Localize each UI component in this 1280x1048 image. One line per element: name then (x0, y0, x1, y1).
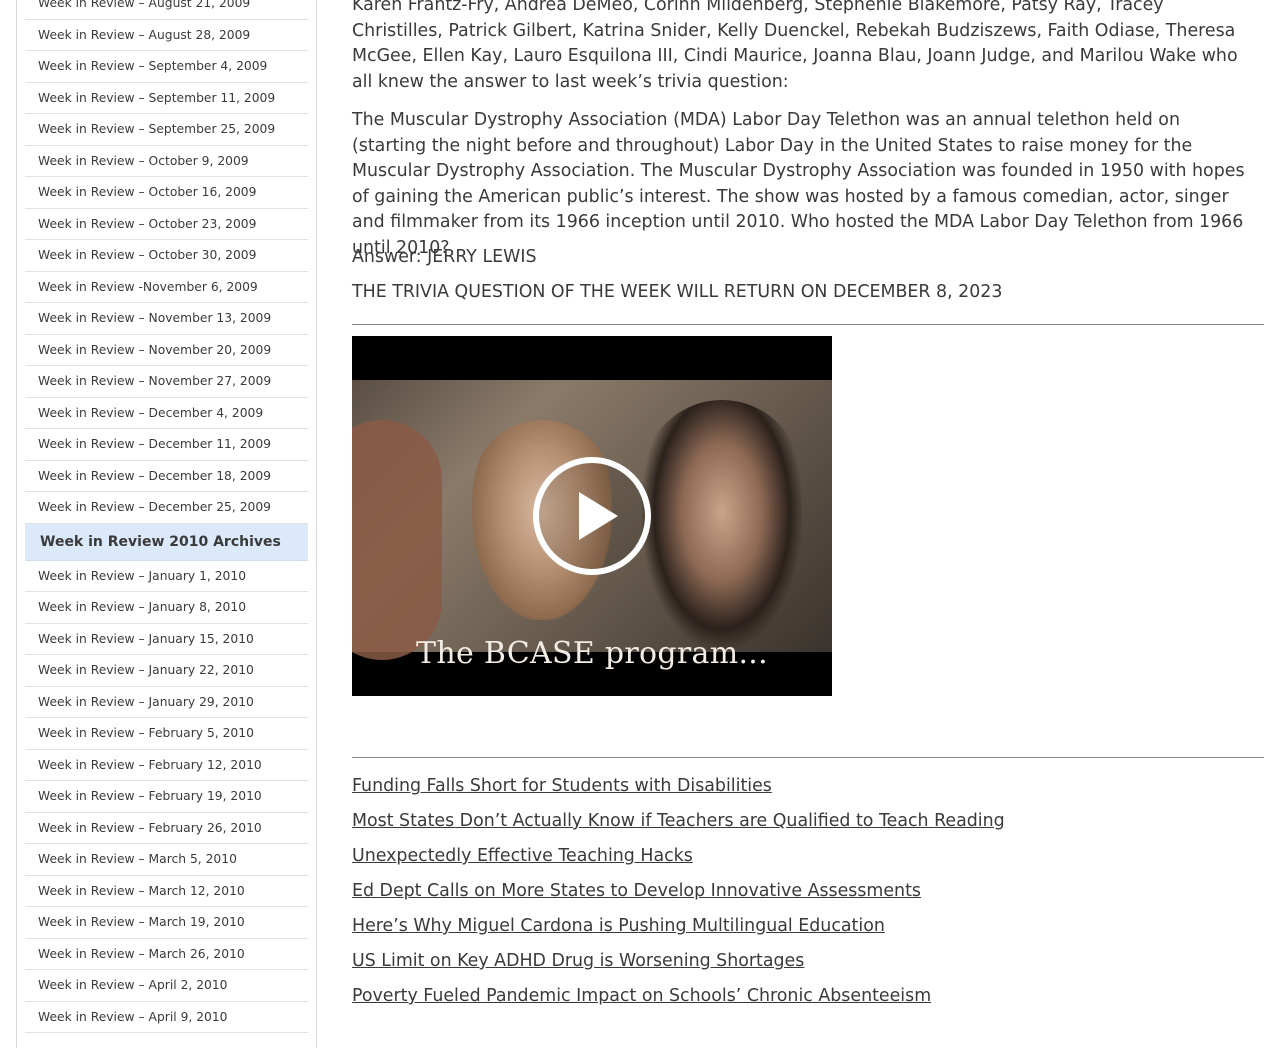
archive-sidebar: Week in Review – August 21, 2009 Week in… (16, 0, 317, 1048)
play-icon[interactable] (532, 456, 652, 576)
archive-link[interactable]: Week in Review – December 4, 2009 (25, 398, 308, 429)
archive-link[interactable]: Week in Review – October 30, 2009 (25, 240, 308, 272)
news-link[interactable]: Most States Don’t Actually Know if Teach… (352, 804, 1005, 839)
news-link[interactable]: Poverty Fueled Pandemic Impact on School… (352, 979, 1005, 1014)
archive-link[interactable]: Week in Review – October 9, 2009 (25, 146, 308, 177)
archive-link[interactable]: Week in Review – December 11, 2009 (25, 429, 308, 461)
archive-link[interactable]: Week in Review – March 12, 2010 (25, 876, 308, 907)
archive-link[interactable]: Week in Review – December 25, 2009 (25, 492, 308, 524)
news-link[interactable]: US Limit on Key ADHD Drug is Worsening S… (352, 944, 1005, 979)
archive-link[interactable]: Week in Review – January 1, 2010 (25, 561, 308, 592)
trivia-answer: Answer: JERRY LEWIS (352, 247, 537, 267)
archive-link[interactable]: Week in Review – February 19, 2010 (25, 781, 308, 813)
archive-link[interactable]: Week in Review – February 26, 2010 (25, 813, 308, 844)
news-link[interactable]: Funding Falls Short for Students with Di… (352, 769, 1005, 804)
archive-link[interactable]: Week in Review – January 29, 2010 (25, 687, 308, 718)
archive-link[interactable]: Week in Review – August 21, 2009 (25, 0, 308, 20)
thumbnail-figure (642, 400, 802, 650)
news-links: Funding Falls Short for Students with Di… (352, 769, 1005, 1014)
archive-link[interactable]: Week in Review – December 18, 2009 (25, 461, 308, 492)
archive-link[interactable]: Week in Review – March 26, 2010 (25, 939, 308, 970)
archive-link[interactable]: Week in Review – April 9, 2010 (25, 1002, 308, 1033)
trivia-return-notice: THE TRIVIA QUESTION OF THE WEEK WILL RET… (352, 282, 1003, 302)
archive-link[interactable]: Week in Review -November 6, 2009 (25, 272, 308, 303)
news-link[interactable]: Ed Dept Calls on More States to Develop … (352, 874, 1005, 909)
archive-link[interactable]: Week in Review – November 13, 2009 (25, 303, 308, 335)
archive-link[interactable]: Week in Review – November 20, 2009 (25, 335, 308, 366)
archive-link[interactable]: Week in Review – April 2, 2010 (25, 970, 308, 1002)
divider (352, 324, 1264, 325)
archive-section-header-2010[interactable]: Week in Review 2010 Archives (25, 523, 308, 561)
archive-link[interactable]: Week in Review – March 19, 2010 (25, 907, 308, 939)
archive-link[interactable]: Week in Review – February 5, 2010 (25, 718, 308, 750)
archive-link[interactable]: Week in Review – October 16, 2009 (25, 177, 308, 209)
archive-link[interactable]: Week in Review – September 4, 2009 (25, 51, 308, 83)
archive-link[interactable]: Week in Review – January 15, 2010 (25, 624, 308, 655)
archive-link[interactable]: Week in Review – October 23, 2009 (25, 209, 308, 240)
thumbnail-figure (352, 420, 442, 660)
archive-link[interactable]: Week in Review – September 25, 2009 (25, 114, 308, 146)
archive-link[interactable]: Week in Review – January 22, 2010 (25, 655, 308, 687)
archive-link[interactable]: Week in Review – February 12, 2010 (25, 750, 308, 781)
archive-link[interactable]: Week in Review – November 27, 2009 (25, 366, 308, 398)
archive-link[interactable]: Week in Review – January 8, 2010 (25, 592, 308, 624)
news-link[interactable]: Here’s Why Miguel Cardona is Pushing Mul… (352, 909, 1005, 944)
video-caption: The BCASE program... (416, 636, 768, 671)
archive-link[interactable]: Week in Review – March 5, 2010 (25, 844, 308, 876)
video-player[interactable]: The BCASE program... (352, 336, 832, 696)
archive-link[interactable]: Week in Review – September 11, 2009 (25, 83, 308, 114)
news-link[interactable]: Unexpectedly Effective Teaching Hacks (352, 839, 1005, 874)
trivia-winners-paragraph: Karen Frantz-Fry, Andrea DeMeo, Corinn M… (352, 0, 1238, 92)
divider (352, 757, 1264, 758)
trivia-question-paragraph: The Muscular Dystrophy Association (MDA)… (352, 110, 1245, 258)
archive-link[interactable]: Week in Review – August 28, 2009 (25, 20, 308, 51)
archive-list: Week in Review – August 21, 2009 Week in… (17, 0, 316, 1033)
